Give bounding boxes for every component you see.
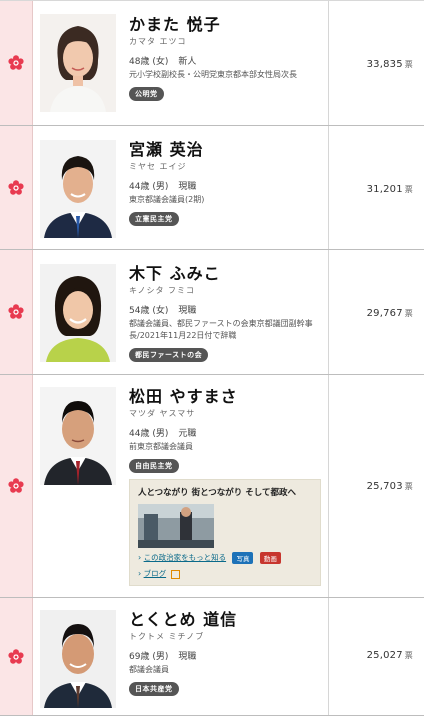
candidate-info: 宮瀬 英治 ミヤセ エイジ 44歳 (男) 現職 東京都議会議員(2期) 立憲民主…	[129, 140, 325, 226]
candidate-photo[interactable]	[40, 140, 116, 238]
vote-count: 31,201 票	[366, 184, 413, 195]
candidate-meta: 44歳 (男) 現職	[129, 179, 325, 192]
candidate-status: 現職	[178, 306, 197, 316]
vote-unit: 票	[404, 651, 413, 660]
vote-unit: 票	[404, 309, 413, 318]
candidate-name[interactable]: 宮瀬 英治	[129, 140, 325, 160]
votes-cell: 25,027 票	[328, 598, 425, 715]
party-badge: 都民ファーストの会	[129, 348, 209, 362]
candidate-row: 宮瀬 英治 ミヤセ エイジ 44歳 (男) 現職 東京都議会議員(2期) 立憲民主…	[0, 126, 424, 250]
vote-count: 29,767 票	[366, 308, 413, 319]
candidate-career: 元小学校副校長・公明党東京都本部女性局次長	[129, 70, 297, 79]
promo-blog-row: › ブログ	[138, 568, 312, 579]
candidate-meta: 48歳 (女) 新人	[129, 54, 325, 67]
votes-cell: 31,201 票	[328, 126, 425, 249]
candidate-status: 現職	[178, 652, 197, 662]
candidate-row: かまた 悦子 カマタ エツコ 48歳 (女) 新人 元小学校副校長・公明党東京都本…	[0, 1, 424, 126]
video-tag[interactable]: 動画	[259, 552, 281, 564]
winner-mark-cell	[0, 598, 33, 715]
party-badge: 日本共産党	[129, 682, 179, 696]
winner-rosette-icon	[8, 179, 24, 195]
candidate-age-sex: 44歳 (男)	[129, 182, 169, 192]
candidate-kana: キノシタ フミコ	[129, 286, 195, 295]
winner-rosette-icon	[8, 648, 24, 664]
vote-unit: 票	[404, 185, 413, 194]
promo-links: › この政治家をもっと知る 写真 動画	[138, 552, 312, 564]
candidate-photo[interactable]	[40, 610, 116, 708]
candidate-list: かまた 悦子 カマタ エツコ 48歳 (女) 新人 元小学校副校長・公明党東京都本…	[0, 0, 424, 716]
candidate-name[interactable]: 松田 やすまさ	[129, 387, 325, 407]
candidate-kana: ミヤセ エイジ	[129, 162, 187, 171]
blog-icon	[171, 569, 181, 579]
promo-title: 人とつながり 街とつながり そして都政へ	[138, 488, 296, 498]
promo-video-thumbnail[interactable]	[138, 504, 214, 548]
blog-link[interactable]: ブログ	[144, 569, 167, 578]
promo-box: 人とつながり 街とつながり そして都政へ › この政治家をもっと知る 写真 動画	[129, 479, 321, 586]
candidate-photo[interactable]	[40, 14, 116, 112]
candidate-age-sex: 48歳 (女)	[129, 57, 169, 67]
votes-cell: 25,703 票	[328, 375, 425, 597]
candidate-name[interactable]: 木下 ふみこ	[129, 264, 325, 284]
winner-mark-cell	[0, 126, 33, 249]
candidate-status: 現職	[178, 182, 197, 192]
vote-count: 33,835 票	[366, 59, 413, 70]
winner-rosette-icon	[8, 304, 24, 319]
party-badge: 自由民主党	[129, 459, 179, 473]
vote-count: 25,027 票	[366, 650, 413, 661]
winner-mark-cell	[0, 375, 33, 597]
vote-unit: 票	[404, 60, 413, 69]
candidate-status: 元職	[178, 429, 197, 439]
candidate-row: 木下 ふみこ キノシタ フミコ 54歳 (女) 現職 都議会議員、都民ファーストの…	[0, 250, 424, 375]
more-about-politician-link[interactable]: この政治家をもっと知る	[144, 553, 227, 562]
vote-unit: 票	[404, 482, 413, 491]
candidate-status: 新人	[178, 57, 197, 67]
candidate-age-sex: 69歳 (男)	[129, 652, 169, 662]
candidate-kana: マツダ ヤスマサ	[129, 409, 196, 418]
vote-count: 25,703 票	[366, 481, 413, 492]
votes-cell: 29,767 票	[328, 250, 425, 374]
candidate-career: 東京都議会議員(2期)	[129, 195, 205, 204]
candidate-row: とくとめ 道信 トクトメ ミチノブ 69歳 (男) 現職 都議会議員 日本共産党 …	[0, 598, 424, 716]
photo-tag[interactable]: 写真	[232, 552, 254, 564]
candidate-age-sex: 44歳 (男)	[129, 429, 169, 439]
candidate-name[interactable]: かまた 悦子	[129, 15, 325, 35]
winner-mark-cell	[0, 250, 33, 374]
candidate-meta: 69歳 (男) 現職	[129, 649, 325, 662]
candidate-career: 前東京都議会議員	[129, 442, 193, 451]
candidate-meta: 44歳 (男) 元職	[129, 426, 325, 439]
candidate-career: 都議会議員、都民ファーストの会東京都議団副幹事長/2021年11月22日付で辞職	[129, 319, 313, 340]
candidate-kana: カマタ エツコ	[129, 37, 187, 46]
candidate-row: 松田 やすまさ マツダ ヤスマサ 44歳 (男) 元職 前東京都議会議員 自由民主…	[0, 375, 424, 598]
winner-rosette-icon	[8, 478, 24, 493]
candidate-meta: 54歳 (女) 現職	[129, 303, 325, 316]
candidate-info: 松田 やすまさ マツダ ヤスマサ 44歳 (男) 元職 前東京都議会議員 自由民主…	[129, 387, 325, 473]
winner-rosette-icon	[8, 55, 24, 70]
candidate-info: 木下 ふみこ キノシタ フミコ 54歳 (女) 現職 都議会議員、都民ファーストの…	[129, 264, 325, 362]
candidate-name[interactable]: とくとめ 道信	[129, 610, 325, 630]
candidate-info: かまた 悦子 カマタ エツコ 48歳 (女) 新人 元小学校副校長・公明党東京都本…	[129, 15, 325, 101]
winner-mark-cell	[0, 1, 33, 125]
candidate-kana: トクトメ ミチノブ	[129, 632, 205, 641]
chevron-right-icon: ›	[138, 553, 142, 562]
candidate-info: とくとめ 道信 トクトメ ミチノブ 69歳 (男) 現職 都議会議員 日本共産党	[129, 610, 325, 696]
chevron-right-icon: ›	[138, 569, 142, 578]
party-badge: 立憲民主党	[129, 212, 179, 226]
candidate-photo[interactable]	[40, 264, 116, 362]
candidate-age-sex: 54歳 (女)	[129, 306, 169, 316]
candidate-photo[interactable]	[40, 387, 116, 485]
votes-cell: 33,835 票	[328, 1, 425, 125]
party-badge: 公明党	[129, 87, 164, 101]
candidate-career: 都議会議員	[129, 665, 169, 674]
